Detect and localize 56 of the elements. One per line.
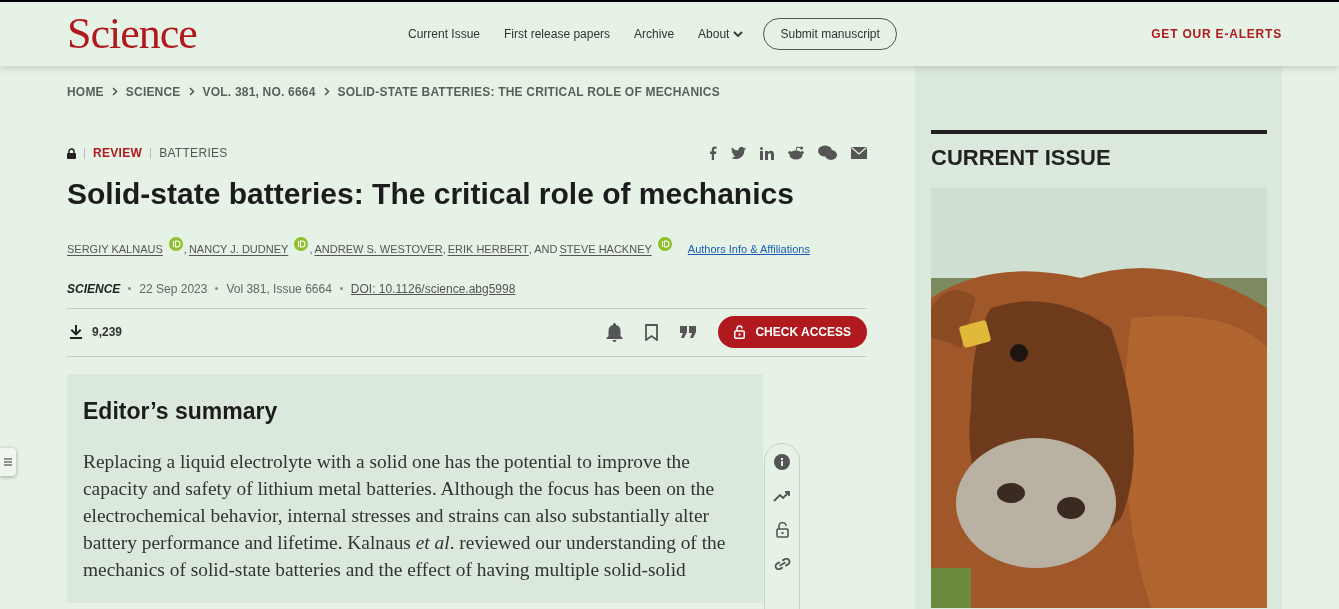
link-icon[interactable] [773, 558, 791, 570]
download-count: 9,239 [92, 324, 123, 341]
nav-link[interactable]: Archive [634, 25, 675, 43]
author-separator: , [442, 242, 446, 257]
bell-icon[interactable] [606, 322, 624, 342]
chevron-down-icon [733, 30, 744, 38]
author-separator: , [182, 242, 187, 257]
chevron-right-icon [323, 87, 330, 96]
trend-icon[interactable] [773, 490, 791, 502]
author-link[interactable]: NANCY J. DUDNEY [188, 241, 289, 258]
author-link[interactable]: ERIK HERBERT [447, 241, 529, 258]
author-link[interactable]: SERGIY KALNAUS [67, 241, 163, 258]
chevron-right-icon [111, 87, 118, 96]
linkedin-icon[interactable] [760, 146, 774, 160]
current-issue-heading: CURRENT ISSUE [931, 144, 1112, 172]
bookmark-icon[interactable] [645, 323, 659, 341]
science-logo[interactable]: Science [67, 12, 407, 56]
wechat-icon[interactable] [818, 145, 837, 161]
info-icon[interactable] [774, 454, 790, 470]
e-alerts-link[interactable]: GET OUR E-ALERTS [1151, 25, 1282, 43]
author-link[interactable]: ANDREW S. WESTOVER [314, 241, 443, 258]
publication-date: 22 Sep 2023 [139, 280, 208, 298]
chevron-right-icon [188, 87, 195, 96]
author-separator: , [308, 242, 313, 257]
nav-dropdown[interactable]: About [698, 25, 744, 43]
article-type-link[interactable]: REVIEW [93, 144, 143, 162]
author-separator: , AND [528, 242, 558, 257]
unlock-icon [734, 325, 746, 339]
summary-paragraph: Replacing a liquid electrolyte with a solid one has the potential to improve the capacity and safety of lithium metal batteries. Although the focus has been on the electrochemical behavior, internal stresses and strains can also substantially alter battery performance and lifetime. Kalnaus et al. reviewed our understanding of the mechanics of solid-state batteries and the effect of having multiple solid-solid [83, 449, 727, 582]
nav-link[interactable]: First release papers [504, 25, 611, 43]
affiliations-link[interactable]: Authors Info & Affiliations [687, 241, 810, 258]
facebook-icon[interactable] [709, 146, 717, 160]
article-title: Solid-state batteries: The critical role of mechanics [67, 176, 795, 212]
doi-link[interactable]: DOI: 10.1126/science.abg5998 [350, 279, 516, 298]
nav-link[interactable]: Current Issue [408, 25, 481, 43]
breadcrumb-link[interactable]: VOL. 381, NO. 6664 [202, 82, 316, 101]
volume-issue: Vol 381, Issue 6664 [226, 280, 332, 298]
quote-icon[interactable] [680, 326, 697, 338]
breadcrumb-link[interactable]: HOME [67, 82, 104, 101]
breadcrumb-link[interactable]: SOLID-STATE BATTERIES: THE CRITICAL ROLE OF MECHANICS [337, 82, 720, 101]
dot-separator-icon [215, 287, 219, 290]
twitter-icon[interactable] [731, 147, 746, 159]
dot-separator-icon [128, 287, 132, 290]
mail-icon[interactable] [851, 147, 867, 159]
author-link[interactable]: STEVE HACKNEY [559, 241, 652, 258]
download-icon [70, 325, 82, 339]
check-access-button[interactable]: CHECK ACCESS [718, 316, 867, 348]
topic-link[interactable]: BATTERIES [159, 144, 228, 162]
menu-toggle[interactable] [0, 448, 16, 476]
menu-icon [4, 458, 12, 466]
breadcrumb-link[interactable]: SCIENCE [125, 82, 181, 101]
unlock-icon[interactable] [775, 522, 789, 538]
summary-heading: Editor’s summary [83, 396, 279, 426]
dot-separator-icon [339, 287, 343, 290]
reddit-icon[interactable] [788, 146, 804, 160]
journal-name: SCIENCE [67, 280, 121, 298]
